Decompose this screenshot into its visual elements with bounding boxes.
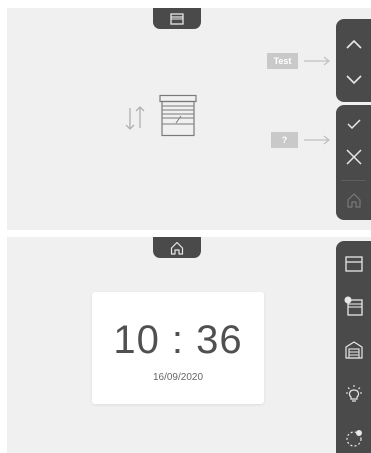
divider: [341, 180, 366, 181]
blind-tab[interactable]: [153, 8, 201, 29]
test-label: Test: [267, 53, 298, 69]
menu-item-blinds[interactable]: [336, 247, 371, 281]
chevron-down-icon: [345, 75, 362, 85]
menu-item-timer[interactable]: [336, 421, 371, 453]
light-bulb-icon: [345, 385, 362, 402]
up-button[interactable]: [336, 29, 371, 59]
menu-item-garage[interactable]: [336, 333, 371, 367]
home-button[interactable]: [336, 187, 371, 213]
down-button[interactable]: [336, 65, 371, 95]
action-bar: [336, 105, 371, 220]
clock-card: 10 : 36 16/09/2020: [92, 292, 264, 404]
help-label: ?: [271, 132, 298, 148]
home-icon: [170, 241, 184, 255]
menu-item-blind-group[interactable]: [336, 289, 371, 323]
garage-icon: [344, 341, 363, 359]
device-menu-bar: [336, 241, 371, 453]
up-down-bar: [336, 19, 371, 102]
blind-selected-icon: [344, 296, 363, 316]
chevron-up-icon: [345, 39, 362, 49]
cancel-button[interactable]: [336, 143, 371, 171]
blind-icon: [170, 12, 184, 25]
menu-item-lights[interactable]: [336, 377, 371, 411]
blind-window-icon: [159, 94, 197, 137]
blind-test-panel: Test ?: [7, 8, 371, 230]
clock-time: 10 : 36: [113, 318, 243, 362]
confirm-button[interactable]: [336, 111, 371, 137]
clock-date: 16/09/2020: [152, 372, 204, 383]
check-icon: [346, 119, 361, 129]
home-icon: [346, 193, 361, 208]
arrow-right-icon: [304, 56, 330, 66]
blind-icon: [344, 256, 363, 272]
up-down-arrows-icon: [125, 106, 145, 130]
home-clock-panel: 10 : 36 16/09/2020: [7, 237, 371, 453]
home-tab[interactable]: [153, 237, 201, 258]
timer-icon: [345, 430, 362, 447]
arrow-right-icon: [304, 135, 330, 145]
close-icon: [345, 149, 362, 165]
